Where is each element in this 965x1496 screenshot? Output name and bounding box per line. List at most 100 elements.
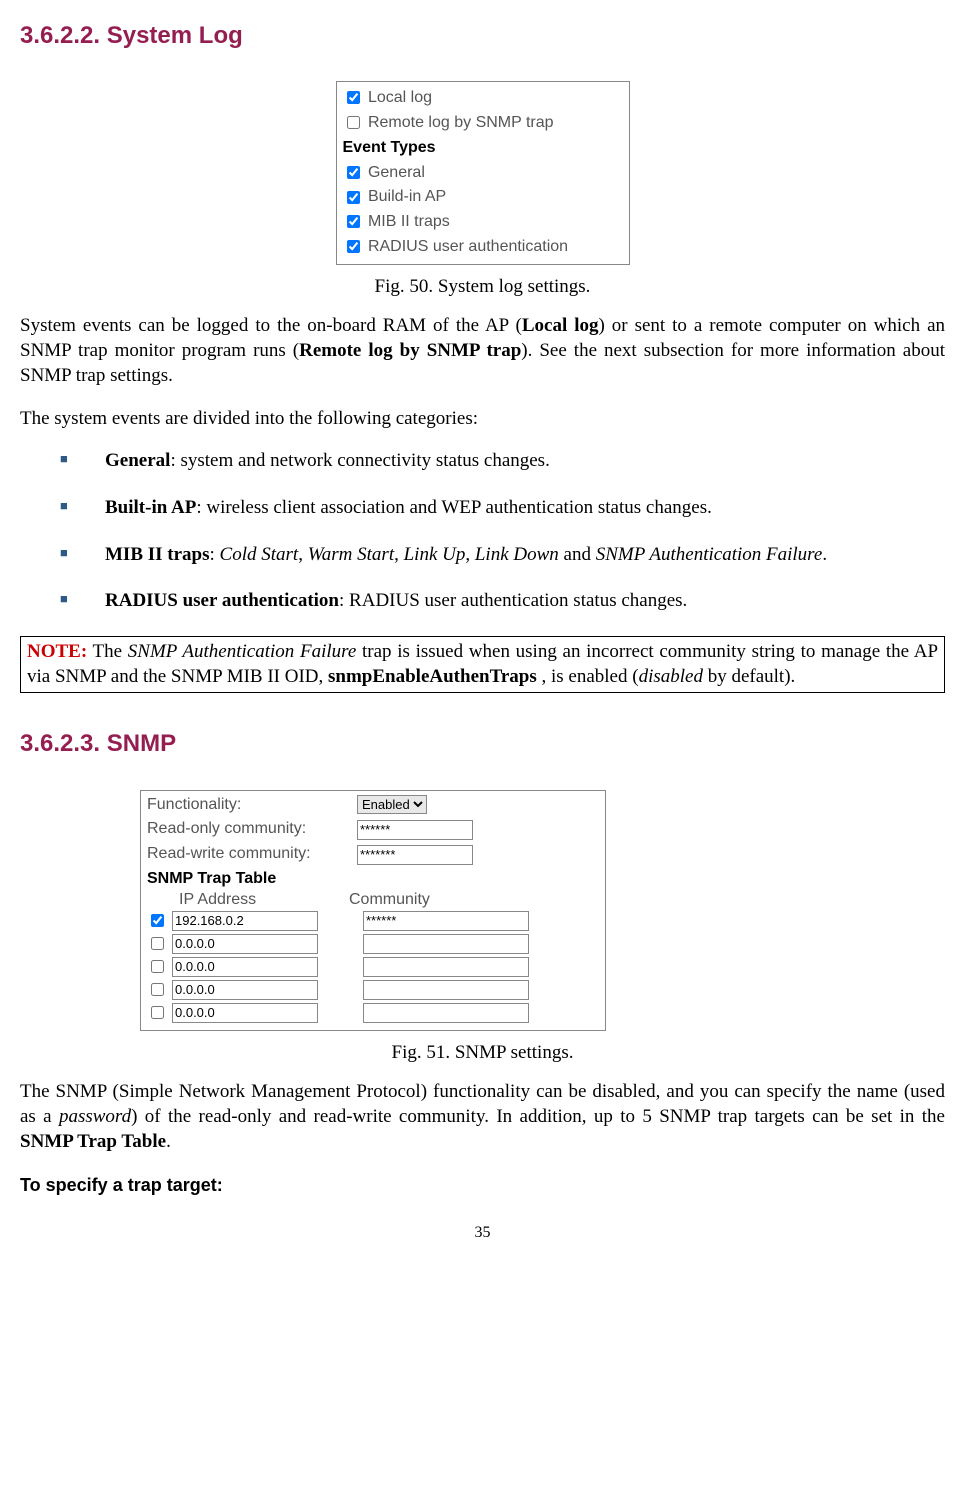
radius-row: RADIUS user authentication bbox=[343, 235, 623, 260]
col-community-header: Community bbox=[349, 890, 430, 911]
remote-log-checkbox[interactable] bbox=[347, 116, 360, 129]
text: : bbox=[210, 544, 220, 565]
figure-51-panel: Functionality: Enabled Read-only communi… bbox=[140, 790, 606, 1031]
note-label: NOTE: bbox=[27, 641, 87, 662]
read-only-row: Read-only community: bbox=[147, 819, 599, 840]
trap-row bbox=[147, 911, 599, 931]
text-italic: SNMP Authentication Failure bbox=[596, 544, 823, 565]
text: by default). bbox=[703, 666, 795, 687]
text-bold: Remote log by SNMP trap bbox=[299, 340, 521, 361]
trap-table-title: SNMP Trap Table bbox=[147, 869, 599, 890]
functionality-select[interactable]: Enabled bbox=[357, 795, 427, 814]
list-item: Built-in AP: wireless client association… bbox=[20, 496, 945, 521]
trap-ip-input[interactable] bbox=[172, 911, 318, 931]
trap-row bbox=[147, 1003, 599, 1023]
text-bold: Local log bbox=[522, 315, 599, 336]
general-checkbox[interactable] bbox=[347, 166, 360, 179]
text: , bbox=[394, 544, 404, 565]
paragraph-1: System events can be logged to the on-bo… bbox=[20, 314, 945, 388]
note-box: NOTE: The SNMP Authentication Failure tr… bbox=[20, 636, 945, 693]
paragraph-2: The system events are divided into the f… bbox=[20, 407, 945, 432]
read-write-label: Read-write community: bbox=[147, 844, 357, 865]
text: . bbox=[822, 544, 827, 565]
text: : wireless client association and WEP au… bbox=[196, 497, 712, 518]
trap-community-input[interactable] bbox=[363, 911, 529, 931]
subhead-trap-target: To specify a trap target: bbox=[20, 1174, 945, 1197]
remote-log-row: Remote log by SNMP trap bbox=[343, 111, 623, 136]
buildin-ap-checkbox[interactable] bbox=[347, 191, 360, 204]
radius-checkbox[interactable] bbox=[347, 240, 360, 253]
text: The bbox=[87, 641, 128, 662]
remote-log-label: Remote log by SNMP trap bbox=[368, 114, 554, 131]
text-bold: General bbox=[105, 450, 170, 471]
list-item: RADIUS user authentication: RADIUS user … bbox=[20, 589, 945, 614]
text: . bbox=[166, 1131, 171, 1152]
mib-traps-checkbox[interactable] bbox=[347, 215, 360, 228]
text-bold: snmpEnableAuthenTraps bbox=[328, 666, 537, 687]
trap-table-headers: IP Address Community bbox=[179, 890, 599, 911]
trap-ip-input[interactable] bbox=[172, 934, 318, 954]
buildin-ap-row: Build-in AP bbox=[343, 185, 623, 210]
read-write-row: Read-write community: bbox=[147, 844, 599, 865]
trap-community-input[interactable] bbox=[363, 980, 529, 1000]
read-only-input[interactable] bbox=[357, 820, 473, 840]
mib-traps-label: MIB II traps bbox=[368, 213, 450, 230]
radius-label: RADIUS user authentication bbox=[368, 238, 568, 255]
trap-community-input[interactable] bbox=[363, 957, 529, 977]
text: and bbox=[559, 544, 596, 565]
local-log-label: Local log bbox=[368, 89, 432, 106]
text-bold: Built-in AP bbox=[105, 497, 196, 518]
trap-row-checkbox[interactable] bbox=[151, 937, 164, 950]
text-italic: Link Down bbox=[475, 544, 559, 565]
read-only-label: Read-only community: bbox=[147, 819, 357, 840]
trap-community-input[interactable] bbox=[363, 934, 529, 954]
bullet-list: General: system and network connectivity… bbox=[20, 449, 945, 614]
text-bold: MIB II traps bbox=[105, 544, 210, 565]
functionality-label: Functionality: bbox=[147, 795, 357, 816]
section-heading-snmp: 3.6.2.3. SNMP bbox=[20, 728, 945, 759]
text-bold: RADIUS user authentication bbox=[105, 590, 339, 611]
text-italic: Cold Start bbox=[220, 544, 299, 565]
event-types-heading: Event Types bbox=[343, 136, 623, 161]
general-label: General bbox=[368, 164, 425, 181]
text-italic: password bbox=[59, 1106, 131, 1127]
mib-traps-row: MIB II traps bbox=[343, 210, 623, 235]
local-log-row: Local log bbox=[343, 86, 623, 111]
list-item: MIB II traps: Cold Start, Warm Start, Li… bbox=[20, 543, 945, 568]
text: : system and network connectivity status… bbox=[170, 450, 549, 471]
text-italic: Link Up bbox=[404, 544, 466, 565]
trap-row-checkbox[interactable] bbox=[151, 960, 164, 973]
text: : RADIUS user authentication status chan… bbox=[339, 590, 687, 611]
functionality-row: Functionality: Enabled bbox=[147, 795, 599, 816]
text: ) of the read-only and read-write commun… bbox=[131, 1106, 945, 1127]
paragraph-3: The SNMP (Simple Network Management Prot… bbox=[20, 1080, 945, 1154]
text-italic: disabled bbox=[639, 666, 703, 687]
figure-50-caption: Fig. 50. System log settings. bbox=[20, 275, 945, 300]
list-item: General: system and network connectivity… bbox=[20, 449, 945, 474]
trap-row-checkbox[interactable] bbox=[151, 1006, 164, 1019]
figure-51-caption: Fig. 51. SNMP settings. bbox=[20, 1041, 945, 1066]
text: , bbox=[465, 544, 475, 565]
trap-row bbox=[147, 980, 599, 1000]
text: , is enabled ( bbox=[537, 666, 639, 687]
trap-row-checkbox[interactable] bbox=[151, 914, 164, 927]
col-ip-header: IP Address bbox=[179, 890, 349, 911]
text-italic: Warm Start bbox=[308, 544, 394, 565]
section-heading-system-log: 3.6.2.2. System Log bbox=[20, 20, 945, 51]
figure-50-panel: Local log Remote log by SNMP trap Event … bbox=[336, 81, 630, 265]
trap-ip-input[interactable] bbox=[172, 957, 318, 977]
trap-ip-input[interactable] bbox=[172, 980, 318, 1000]
text: , bbox=[298, 544, 308, 565]
read-write-input[interactable] bbox=[357, 845, 473, 865]
trap-community-input[interactable] bbox=[363, 1003, 529, 1023]
text: System events can be logged to the on-bo… bbox=[20, 315, 522, 336]
trap-row bbox=[147, 957, 599, 977]
trap-ip-input[interactable] bbox=[172, 1003, 318, 1023]
local-log-checkbox[interactable] bbox=[347, 91, 360, 104]
buildin-ap-label: Build-in AP bbox=[368, 188, 446, 205]
trap-row bbox=[147, 934, 599, 954]
trap-row-checkbox[interactable] bbox=[151, 983, 164, 996]
text-italic: SNMP Authentication Failure bbox=[128, 641, 356, 662]
text-bold: SNMP Trap Table bbox=[20, 1131, 166, 1152]
general-row: General bbox=[343, 161, 623, 186]
